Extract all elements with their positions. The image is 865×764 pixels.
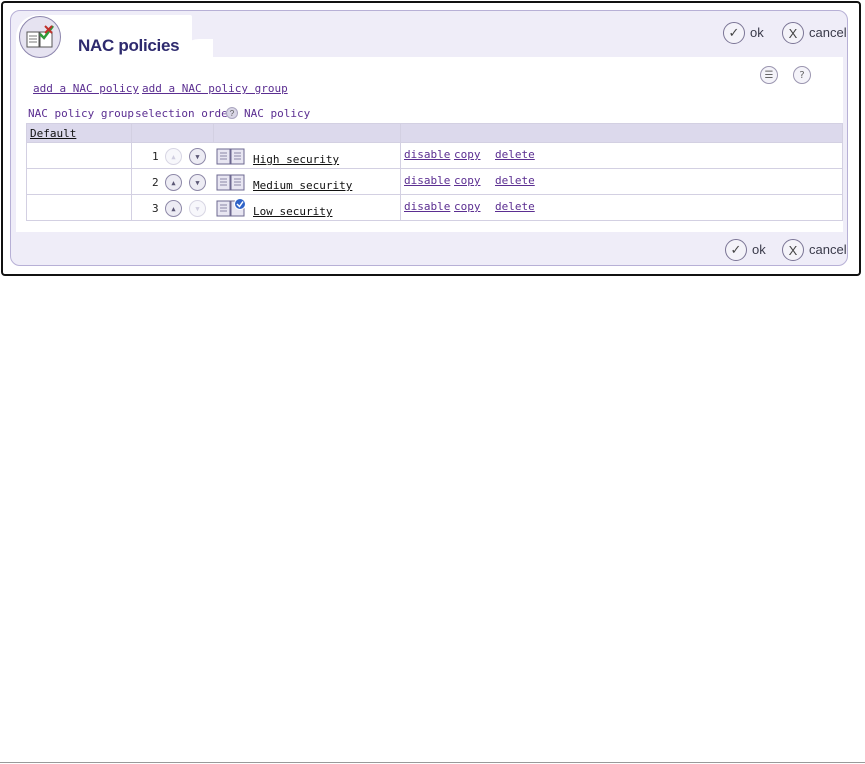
disable-link[interactable]: disable [404, 148, 450, 161]
book-icon [216, 174, 245, 191]
ok-label-bottom[interactable]: ok [752, 242, 766, 257]
nac-policies-logo-icon [19, 16, 61, 58]
add-nac-policy-link[interactable]: add a NAC policy [33, 82, 139, 95]
table-row: 2 ▲ ▼ Medium security disable copy delet… [26, 168, 843, 195]
check-icon: ✓ [730, 242, 742, 257]
column-group-label: NAC policy group [28, 107, 134, 120]
cancel-button-bottom[interactable]: X [782, 239, 804, 261]
column-order-label: selection order [135, 107, 235, 120]
cancel-label-bottom[interactable]: cancel [809, 242, 847, 257]
policy-table: Default 1 ▲ ▼ High security disable copy… [26, 123, 843, 221]
move-up-icon: ▲ [165, 148, 182, 165]
book-icon [216, 148, 245, 165]
help-icon[interactable]: ? [793, 66, 811, 84]
move-up-icon[interactable]: ▲ [165, 174, 182, 191]
list-view-icon[interactable]: ☰ [760, 66, 778, 84]
column-policy-label: NAC policy [244, 107, 311, 120]
page-title: NAC policies [78, 36, 180, 55]
copy-link[interactable]: copy [454, 174, 481, 187]
delete-link[interactable]: delete [495, 148, 535, 161]
order-help-icon[interactable]: ? [226, 107, 238, 119]
order-number: 1 [152, 150, 159, 163]
order-number: 2 [152, 176, 159, 189]
policy-link-medium-security[interactable]: Medium security [253, 179, 352, 192]
move-down-icon[interactable]: ▼ [189, 148, 206, 165]
group-default-link[interactable]: Default [30, 127, 76, 140]
table-header-row: Default [26, 123, 843, 143]
copy-link[interactable]: copy [454, 148, 481, 161]
delete-link[interactable]: delete [495, 174, 535, 187]
move-down-icon[interactable]: ▼ [189, 174, 206, 191]
close-icon: X [788, 25, 798, 41]
table-row: 1 ▲ ▼ High security disable copy delete [26, 142, 843, 169]
move-down-icon: ▼ [189, 200, 206, 217]
cancel-label-top[interactable]: cancel [809, 25, 847, 40]
ok-label-top[interactable]: ok [750, 25, 764, 40]
delete-link[interactable]: delete [495, 200, 535, 213]
disable-link[interactable]: disable [404, 174, 450, 187]
copy-link[interactable]: copy [454, 200, 481, 213]
order-number: 3 [152, 202, 159, 215]
move-up-icon[interactable]: ▲ [165, 200, 182, 217]
disable-link[interactable]: disable [404, 200, 450, 213]
add-nac-policy-group-link[interactable]: add a NAC policy group [142, 82, 288, 95]
policy-link-low-security[interactable]: Low security [253, 205, 332, 218]
book-check-icon [216, 198, 246, 217]
close-icon: X [788, 242, 798, 258]
divider [0, 762, 865, 763]
check-icon: ✓ [728, 25, 740, 40]
dialog-frame: ✓ ok X cancel ☰ ? add a NAC policy add a… [1, 1, 861, 276]
ok-button-top[interactable]: ✓ [723, 22, 745, 44]
cancel-button-top[interactable]: X [782, 22, 804, 44]
ok-button-bottom[interactable]: ✓ [725, 239, 747, 261]
table-row: 3 ▲ ▼ Low security disable copy delete [26, 194, 843, 221]
policy-link-high-security[interactable]: High security [253, 153, 339, 166]
